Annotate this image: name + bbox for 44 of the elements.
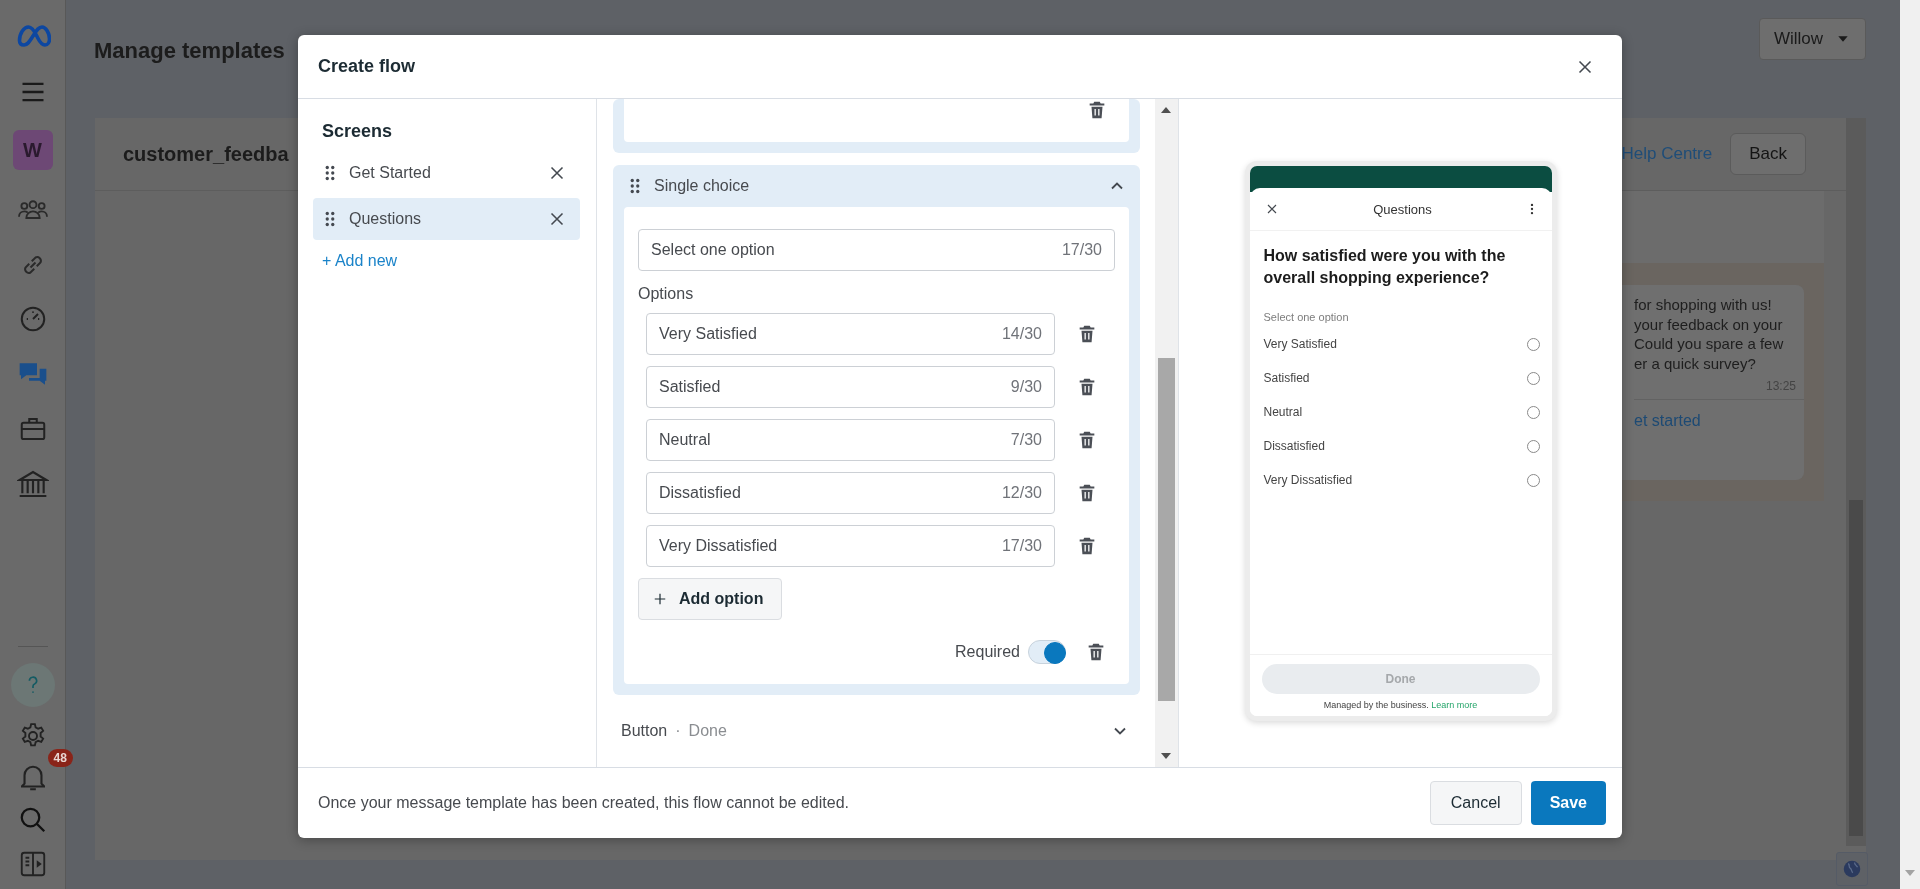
save-button[interactable]: Save bbox=[1530, 781, 1606, 825]
globe-icon bbox=[1841, 858, 1863, 880]
footer-note: Once your message template has been created, this flow cannot be edited. bbox=[318, 794, 849, 812]
field-label: Options bbox=[638, 285, 695, 303]
character-count: 17/30 bbox=[1001, 537, 1042, 555]
character-count: 9/30 bbox=[1010, 378, 1042, 396]
character-count: 12/30 bbox=[1001, 484, 1042, 502]
option-field[interactable]: Satisfied 9/30 bbox=[646, 366, 1055, 408]
preview-title: Questions bbox=[1373, 201, 1432, 217]
radio-option[interactable]: Very Satisfied bbox=[1249, 327, 1552, 361]
screen-item[interactable]: Questions bbox=[313, 198, 580, 240]
character-count: 7/30 bbox=[1010, 431, 1042, 449]
question-text: How satisfied were you with the overall shopping experience? bbox=[1263, 246, 1507, 288]
section-heading: Screens bbox=[322, 121, 394, 142]
toggle-label: Required bbox=[955, 643, 1020, 661]
page-title: Manage templates bbox=[94, 38, 285, 64]
screen-item[interactable]: Get Started bbox=[313, 152, 580, 194]
option-field[interactable]: Dissatisfied 12/30 bbox=[646, 472, 1055, 514]
character-count: 17/30 bbox=[1061, 241, 1102, 259]
button-section-row[interactable]: Button · Done bbox=[613, 695, 1140, 741]
radio-option[interactable]: Satisfied bbox=[1249, 361, 1552, 395]
option-field[interactable]: Very Dissatisfied 17/30 bbox=[646, 525, 1055, 567]
add-screen-link[interactable]: + Add new bbox=[322, 252, 398, 270]
chat-message: for shopping with us! your feedback on your Could you spare a few er a quick survey? bbox=[1634, 295, 1785, 373]
cancel-button[interactable]: Cancel bbox=[1429, 781, 1522, 825]
required-toggle[interactable] bbox=[1028, 640, 1066, 664]
notification-badge: 48 bbox=[47, 749, 73, 767]
component-title: Single choice bbox=[654, 177, 751, 195]
managed-note: Managed by the business. Learn more bbox=[1323, 700, 1478, 710]
back-button[interactable]: Back bbox=[1730, 133, 1806, 175]
text-field[interactable]: Select one option 17/30 bbox=[638, 229, 1115, 271]
bank-icon[interactable] bbox=[16, 468, 49, 500]
option-hint: Select one option bbox=[1263, 311, 1350, 323]
language-button[interactable] bbox=[1836, 852, 1868, 886]
bell-icon[interactable] bbox=[20, 765, 45, 791]
option-field[interactable]: Very Satisfied 14/30 bbox=[646, 313, 1055, 355]
template-name: customer_feedba bbox=[123, 142, 289, 166]
add-option-button[interactable]: Add option bbox=[638, 578, 783, 620]
option-field[interactable]: Neutral 7/30 bbox=[646, 419, 1055, 461]
dialog-title: Create flow bbox=[318, 56, 416, 77]
radio-option[interactable]: Very Dissatisfied bbox=[1249, 463, 1552, 497]
character-count: 14/30 bbox=[1001, 325, 1042, 343]
radio-option[interactable]: Neutral bbox=[1249, 395, 1552, 429]
radio-option[interactable]: Dissatisfied bbox=[1249, 429, 1552, 463]
